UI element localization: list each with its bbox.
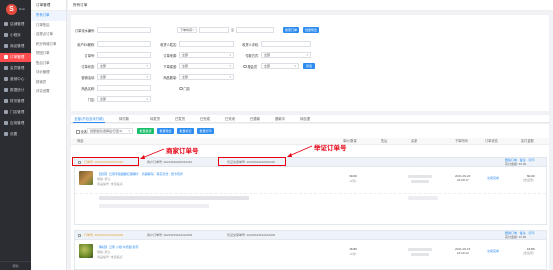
member-icon [4, 65, 8, 70]
secondary-sidebar: 订单管理 所有订单 订单售后 自提点订单 积分商城订单 拼团订单 售后订单 评价… [31, 0, 67, 270]
rail-item-orders[interactable]: 订单管理 [0, 53, 31, 62]
rail-footer[interactable]: 帮助 [0, 261, 31, 270]
rail-item-label: 应用管理 [10, 121, 25, 125]
rail-item-label: 商品管理 [10, 44, 25, 48]
rail-item-label: 门店管理 [10, 110, 25, 114]
rail-item-label: 会员管理 [10, 66, 25, 70]
store-icon [4, 21, 8, 26]
proof-arrow-line [288, 145, 313, 157]
shop-icon [4, 109, 8, 114]
subnav-item-refund[interactable]: 售后订单 [31, 59, 66, 69]
rail-item-label: 营销中心 [10, 77, 25, 81]
miniapp-icon [4, 32, 8, 37]
proof-arrow-head [287, 153, 292, 157]
rail-item-settings[interactable]: 设置 [0, 130, 31, 139]
merchant-arrow-head [140, 155, 145, 159]
goods-icon [4, 43, 8, 48]
subnav-item-pickup[interactable]: 自提点订单 [31, 30, 66, 40]
rail-item-apps[interactable]: 应用管理 [0, 119, 31, 128]
subnav-item-all-orders[interactable]: 所有订单 [31, 11, 66, 21]
brand-name: Dolo [19, 7, 26, 11]
app-root: S Dolo 店铺管理 小程序 商品管理 订单管理 会员管理 营销中心 数据统计… [0, 0, 553, 270]
rail-item-members[interactable]: 会员管理 [0, 64, 31, 73]
rail-item-data[interactable]: 数据统计 [0, 86, 31, 95]
finance-icon [4, 98, 8, 103]
rail-item-label: 财务管理 [10, 99, 25, 103]
subnav-item-points[interactable]: 积分商城订单 [31, 40, 66, 50]
order-icon [4, 54, 8, 59]
primary-sidebar: S Dolo 店铺管理 小程序 商品管理 订单管理 会员管理 营销中心 数据统计… [0, 0, 31, 270]
logo-icon: S [6, 4, 17, 15]
rail-item-shops[interactable]: 门店管理 [0, 108, 31, 117]
rail-item-label: 数据统计 [10, 88, 25, 92]
gear-icon [4, 131, 8, 136]
rail-item-goods[interactable]: 商品管理 [0, 42, 31, 51]
brand-logo[interactable]: S Dolo [4, 3, 28, 17]
main-content: 所有订单 订单流水编号: 下单时间 ▾ 至 搜索订单 批量导出 用户ID/昵称: … [68, 0, 553, 270]
rail-item-store[interactable]: 店铺管理 [0, 20, 31, 29]
subnav-item-verifier[interactable]: 核销员 [31, 78, 66, 88]
rail-item-label: 店铺管理 [10, 22, 25, 26]
rail-item-label: 设置 [10, 132, 18, 136]
annotation-arrows [140, 145, 313, 159]
marketing-icon [4, 76, 8, 81]
rail-item-label: 小程序 [10, 33, 21, 37]
rail-item-label: 订单管理 [10, 55, 25, 59]
apps-icon [4, 120, 8, 125]
subnav-item-review-settings[interactable]: 评论设置 [31, 87, 66, 97]
rail-item-marketing[interactable]: 营销中心 [0, 75, 31, 84]
merchant-arrow-line [141, 148, 165, 159]
subnav-item-reviews[interactable]: 评价管理 [31, 68, 66, 78]
rail-item-miniapp[interactable]: 小程序 [0, 31, 31, 40]
subnav-item-group[interactable]: 拼团订单 [31, 49, 66, 59]
data-icon [4, 87, 8, 92]
subnav-item-after-sale[interactable]: 订单售后 [31, 21, 66, 31]
rail-item-finance[interactable]: 财务管理 [0, 97, 31, 106]
subnav-title: 订单管理 [31, 0, 66, 11]
